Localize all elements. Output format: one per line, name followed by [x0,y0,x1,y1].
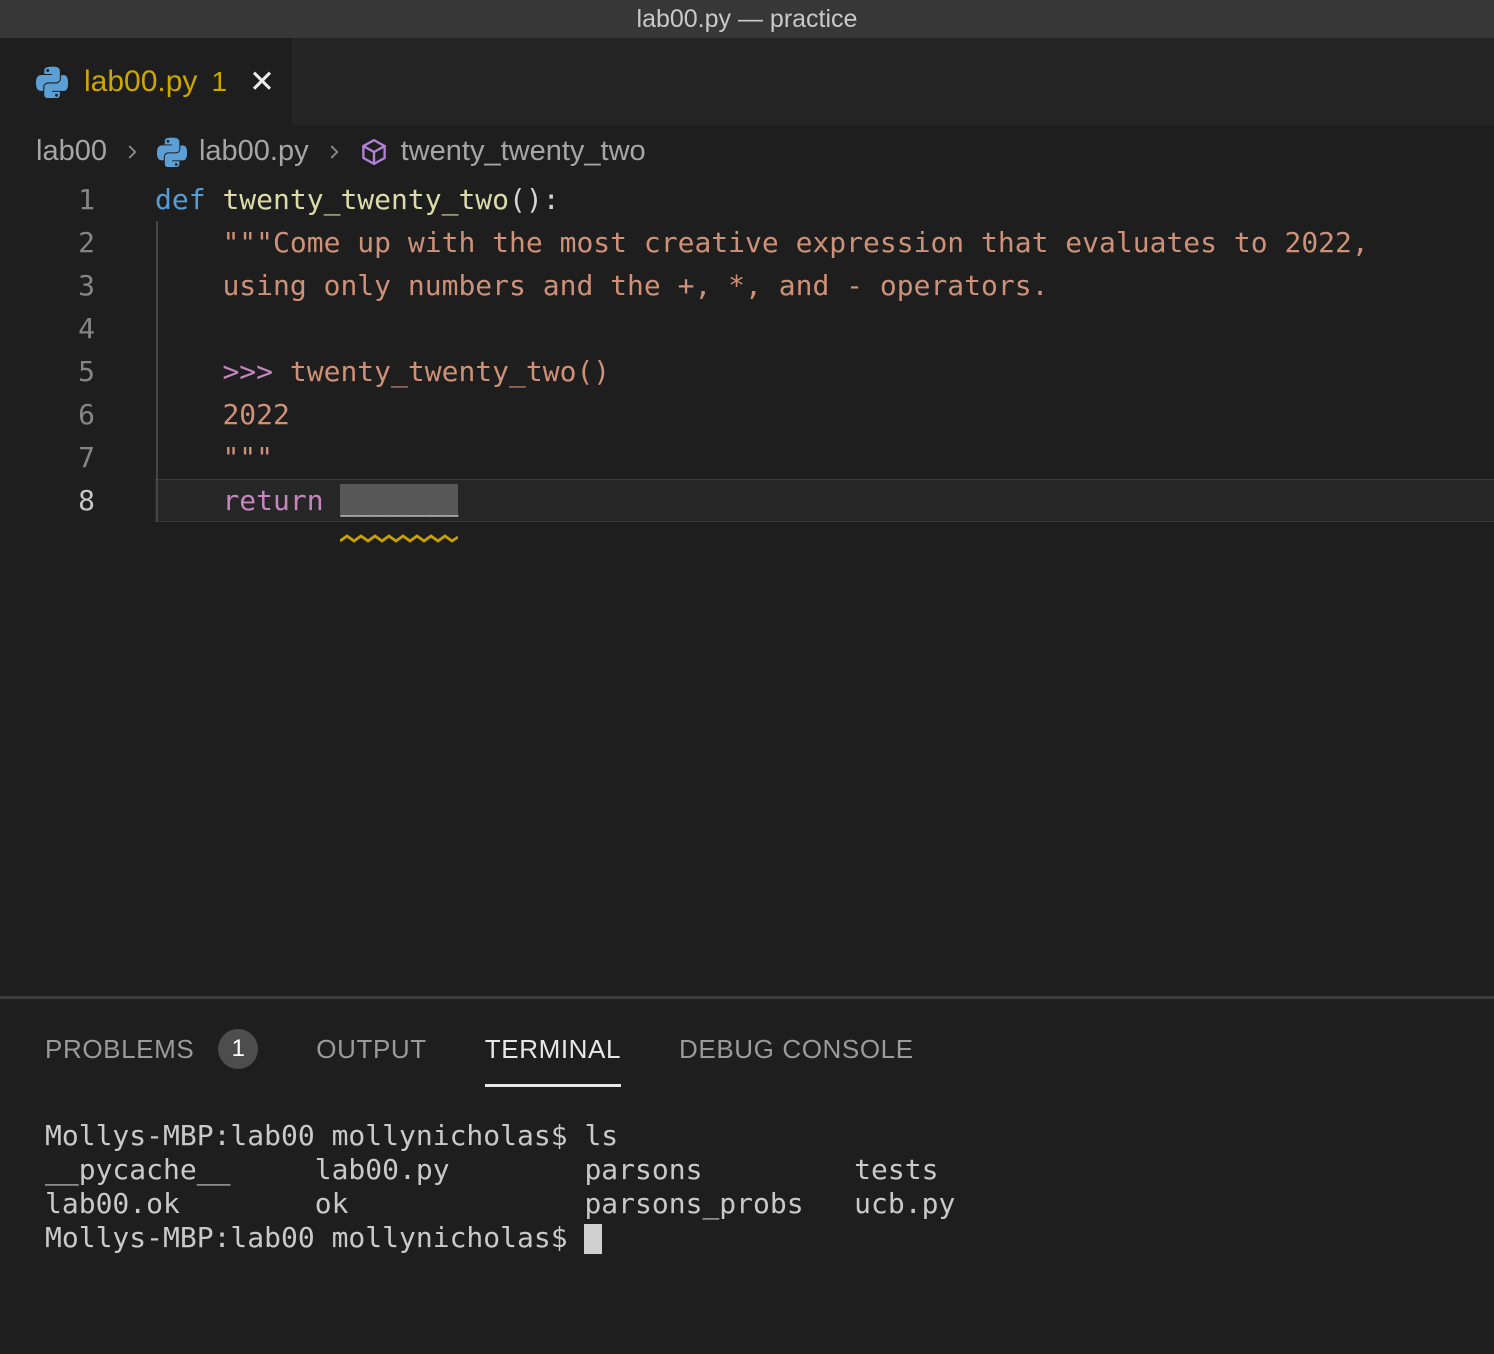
editor-code-area[interactable]: 1def twenty_twenty_two():2 """Come up wi… [0,178,1494,996]
window-titlebar: lab00.py — practice [0,0,1494,38]
warning-squiggle [340,512,458,521]
code-text[interactable] [125,307,1494,350]
code-token: >>> [222,355,289,388]
problems-count-badge: 1 [218,1029,258,1069]
code-token: 2022 [222,398,289,431]
code-line[interactable]: 5 >>> twenty_twenty_two() [0,350,1494,393]
code-line[interactable]: 8 return _______ [0,479,1494,522]
code-token [155,269,222,302]
line-number: 1 [0,178,125,221]
tab-filename: lab00.py [84,65,197,99]
code-token: using only numbers and the +, *, and - o… [222,269,1048,302]
terminal-line: __pycache__ lab00.py parsons tests [45,1153,1494,1187]
breadcrumb-item-symbol[interactable]: twenty_twenty_two [359,135,646,168]
terminal-line: Mollys-MBP:lab00 mollynicholas$ [45,1221,1494,1255]
symbol-cube-icon [359,137,389,167]
breadcrumb-symbol-label: twenty_twenty_two [401,135,646,168]
panel-tab-label: PROBLEMS [45,1034,194,1065]
panel-tab-terminal[interactable]: TERMINAL [485,1034,621,1065]
breadcrumb: lab00 lab00.py twenty_twenty_two [0,125,1494,178]
code-line[interactable]: 3 using only numbers and the +, *, and -… [0,264,1494,307]
code-line[interactable]: 4 [0,307,1494,350]
code-token: twenty_twenty_two [222,183,509,216]
line-number: 2 [0,221,125,264]
line-number: 3 [0,264,125,307]
breadcrumb-file-label: lab00.py [199,135,309,168]
editor-tab-lab00[interactable]: lab00.py 1 ✕ [0,38,292,125]
editor-tab-bar: lab00.py 1 ✕ [0,38,1494,125]
code-token: return [222,484,340,517]
terminal-line: Mollys-MBP:lab00 mollynicholas$ ls [45,1119,1494,1153]
terminal-line: lab00.ok ok parsons_probs ucb.py [45,1187,1494,1221]
panel-tab-debug-console[interactable]: DEBUG CONSOLE [679,1034,914,1065]
code-token: def [155,183,222,216]
code-token [155,484,222,517]
code-text[interactable]: 2022 [125,393,1494,436]
tab-problem-count: 1 [211,66,227,98]
indent-guide-line [156,221,158,522]
panel-tab-output[interactable]: OUTPUT [316,1034,426,1065]
line-number: 6 [0,393,125,436]
code-text[interactable]: >>> twenty_twenty_two() [125,350,1494,393]
code-token [155,398,222,431]
python-icon [157,137,187,167]
code-line[interactable]: 6 2022 [0,393,1494,436]
code-text[interactable]: def twenty_twenty_two(): [125,178,1494,221]
code-line[interactable]: 7 """ [0,436,1494,479]
line-number: 5 [0,350,125,393]
breadcrumb-item-file[interactable]: lab00.py [157,135,309,168]
code-text[interactable]: """Come up with the most creative expres… [125,221,1494,264]
panel-tab-bar: PROBLEMS 1 OUTPUT TERMINAL DEBUG CONSOLE [0,999,1494,1069]
code-token [155,226,222,259]
code-text[interactable]: return _______ [155,479,1494,522]
window-title: lab00.py — practice [637,5,858,34]
terminal-output[interactable]: Mollys-MBP:lab00 mollynicholas$ ls__pyca… [45,1119,1494,1255]
code-text[interactable]: using only numbers and the +, *, and - o… [125,264,1494,307]
line-number: 4 [0,307,125,350]
bottom-panel: PROBLEMS 1 OUTPUT TERMINAL DEBUG CONSOLE… [0,996,1494,1354]
code-line[interactable]: 1def twenty_twenty_two(): [0,178,1494,221]
chevron-right-icon [121,141,143,163]
line-number: 7 [0,436,125,479]
code-lines-container: 1def twenty_twenty_two():2 """Come up wi… [0,178,1494,522]
tab-close-icon[interactable]: ✕ [249,66,275,97]
code-token [155,355,222,388]
panel-tab-problems[interactable]: PROBLEMS 1 [45,1029,258,1069]
code-token: """ [222,441,273,474]
code-token: """Come up with the most creative expres… [222,226,1368,259]
code-token: twenty_twenty_two() [290,355,610,388]
panel-tab-label: TERMINAL [485,1034,621,1065]
terminal-cursor [584,1224,602,1254]
breadcrumb-folder-label: lab00 [36,135,107,168]
code-text[interactable]: """ [125,436,1494,479]
panel-tab-label: DEBUG CONSOLE [679,1034,914,1065]
python-icon [36,66,68,98]
code-token: (): [509,183,560,216]
line-number: 8 [0,479,125,522]
code-token [155,441,222,474]
chevron-right-icon [323,141,345,163]
panel-tab-label: OUTPUT [316,1034,426,1065]
vscode-window: lab00.py — practice lab00.py 1 ✕ lab00 l… [0,0,1494,1354]
breadcrumb-item-folder[interactable]: lab00 [36,135,107,168]
code-line[interactable]: 2 """Come up with the most creative expr… [0,221,1494,264]
